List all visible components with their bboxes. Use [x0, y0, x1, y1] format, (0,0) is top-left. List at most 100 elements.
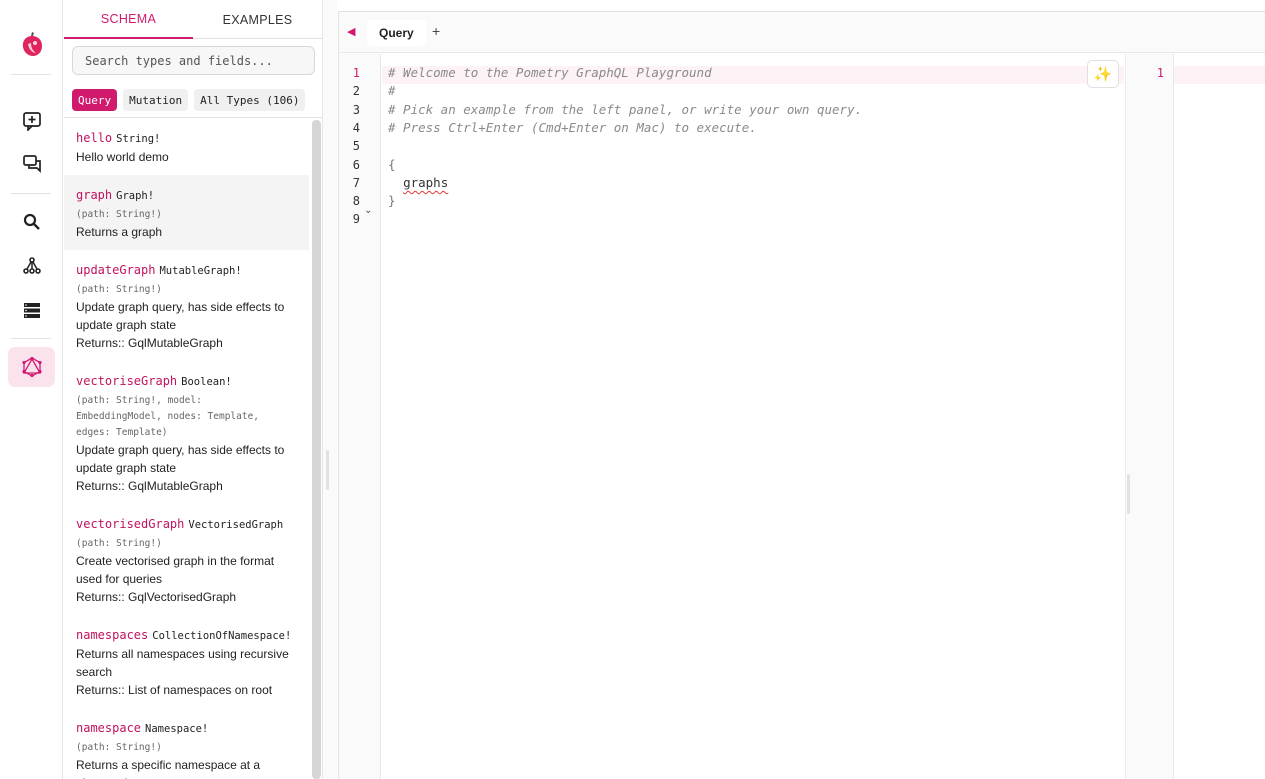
field-description: used for queries	[76, 572, 163, 586]
schema-field-item[interactable]: hello String! Hello world demo	[64, 118, 309, 175]
line-number: 8	[352, 194, 360, 209]
schema-tabs: SCHEMA EXAMPLES	[64, 0, 323, 39]
code-line: {	[388, 156, 396, 172]
field-arguments: (path: String!, model: EmbeddingModel, n…	[76, 395, 260, 438]
field-type[interactable]: Graph!	[116, 190, 154, 202]
field-description: search	[76, 665, 113, 679]
chat-icon[interactable]	[18, 150, 46, 178]
line-number-gutter: ⌄ 1 2 3 4 5 6 7 8 9	[339, 54, 381, 779]
search-icon[interactable]	[18, 208, 46, 236]
editor-tabs: ◀ Query +	[339, 12, 1265, 53]
rail-divider	[11, 338, 51, 339]
collapse-sidebar-icon[interactable]: ◀	[347, 25, 355, 38]
line-number: 9	[352, 212, 360, 227]
filter-query[interactable]: Query	[72, 89, 118, 111]
field-type[interactable]: Namespace!	[145, 723, 208, 735]
field-name[interactable]: namespaces	[76, 628, 148, 642]
tab-query[interactable]: Query	[367, 20, 426, 46]
field-description: Update graph query, has side effects to	[76, 443, 285, 457]
error-squiggle: graphs	[403, 174, 449, 190]
add-tab-button[interactable]: +	[432, 23, 440, 39]
query-editor-area: ◀ Query + ⌄ 1 2 3 4 5 6 7 8 9 # Welcome to the P…	[338, 11, 1265, 779]
field-description: Returns:: List of namespaces on root	[76, 683, 273, 697]
resize-grip[interactable]	[326, 450, 329, 490]
graphql-playground: SCHEMA EXAMPLES Query Mutation All Types…	[0, 0, 1265, 779]
line-number: 1	[352, 66, 360, 80]
code-line: #	[388, 83, 396, 99]
field-header: updateGraph MutableGraph!	[76, 261, 297, 280]
field-name[interactable]: vectoriseGraph	[76, 374, 177, 388]
filter-mutation[interactable]: Mutation	[123, 89, 189, 111]
field-type[interactable]: VectorisedGraph	[188, 519, 283, 531]
schema-field-item[interactable]: vectoriseGraph Boolean! (path: String!, mo…	[64, 361, 309, 504]
pometry-logo-icon[interactable]	[20, 32, 44, 58]
field-name[interactable]: namespace	[76, 721, 141, 735]
field-name[interactable]: hello	[76, 131, 112, 145]
field-arguments: (path: String!)	[76, 742, 162, 753]
field-description: Returns a specific namespace at a	[76, 758, 261, 772]
schema-field-item[interactable]: updateGraph MutableGraph! (path: String!) U…	[64, 250, 309, 361]
schema-panel: SCHEMA EXAMPLES Query Mutation All Types…	[64, 0, 323, 779]
field-description: Hello world demo	[76, 150, 169, 164]
icon-rail	[0, 0, 63, 779]
line-number: 7	[352, 175, 360, 190]
schema-field-item[interactable]: namespace Namespace! (path: String!) Return…	[64, 708, 309, 779]
code-line: # Pick an example from the left panel, o…	[388, 101, 863, 117]
filter-chips: Query Mutation All Types (106)	[72, 89, 306, 111]
code-line: # Press Ctrl+Enter (Cmd+Enter on Mac) to…	[388, 119, 757, 135]
resize-grip[interactable]	[1127, 474, 1130, 514]
schema-field-item[interactable]: namespaces CollectionOfNamespace! Returns …	[64, 615, 309, 708]
code-line: # Welcome to the Pometry GraphQL Playgro…	[388, 65, 712, 80]
field-description: Returns all namespaces using recursive	[76, 647, 289, 661]
field-arguments: (path: String!)	[76, 209, 162, 220]
line-number: 6	[352, 157, 360, 172]
field-description: Returns:: GqlVectorisedGraph	[76, 590, 237, 604]
panel-resize-handle[interactable]	[323, 0, 337, 779]
field-type[interactable]: String!	[116, 133, 160, 145]
field-description: Update graph query, has side effects to	[76, 300, 285, 314]
query-code-editor[interactable]: # Welcome to the Pometry GraphQL Playgro…	[382, 54, 1124, 779]
storage-icon[interactable]	[18, 296, 46, 324]
field-description: update graph state	[76, 461, 177, 475]
new-query-icon[interactable]	[18, 107, 46, 135]
field-name[interactable]: updateGraph	[76, 263, 155, 277]
field-name[interactable]: graph	[76, 188, 112, 202]
filter-all-types[interactable]: All Types (106)	[194, 89, 306, 111]
field-header: vectorisedGraph VectorisedGraph	[76, 515, 297, 534]
field-arguments: (path: String!)	[76, 284, 162, 295]
line-number: 2	[352, 84, 360, 99]
graphql-playground-icon[interactable]	[8, 347, 55, 387]
line-number: 5	[352, 139, 360, 154]
field-header: graph Graph!	[76, 186, 297, 205]
field-header: namespace Namespace!	[76, 719, 297, 738]
search-input[interactable]	[85, 53, 302, 68]
fold-chevron-icon[interactable]: ⌄	[364, 205, 372, 216]
field-header: namespaces CollectionOfNamespace!	[76, 626, 297, 645]
code-line: }	[388, 193, 396, 209]
search-box[interactable]	[72, 46, 315, 75]
result-line-number: 1	[1156, 66, 1164, 80]
result-line-gutter: 1	[1131, 54, 1174, 779]
field-name[interactable]: vectorisedGraph	[76, 517, 184, 531]
field-description: Returns:: GqlMutableGraph	[76, 479, 223, 493]
schema-list-scrollbar[interactable]	[312, 120, 321, 779]
field-type[interactable]: Boolean!	[181, 376, 232, 388]
schema-field-list: hello String! Hello world demo graph Graph! (…	[64, 118, 309, 779]
field-arguments: (path: String!)	[76, 538, 162, 549]
schema-field-item[interactable]: graph Graph! (path: String!) Returns a grap…	[64, 175, 309, 250]
tab-examples[interactable]: EXAMPLES	[193, 0, 322, 39]
field-description: Returns:: GqlMutableGraph	[76, 336, 223, 350]
code-line: graphs	[388, 174, 448, 192]
field-type[interactable]: CollectionOfNamespace!	[152, 630, 291, 642]
line-number: 3	[352, 102, 360, 117]
field-description: Returns a graph	[76, 225, 163, 239]
field-header: hello String!	[76, 129, 297, 148]
rail-divider	[11, 193, 51, 194]
prettify-sparkle-button[interactable]: ✨	[1087, 60, 1119, 88]
field-description: Create vectorised graph in the format	[76, 554, 275, 568]
graph-network-icon[interactable]	[18, 252, 46, 280]
tab-schema[interactable]: SCHEMA	[64, 0, 193, 39]
field-description: update graph state	[76, 318, 177, 332]
schema-field-item[interactable]: vectorisedGraph VectorisedGraph (path: Str…	[64, 504, 309, 615]
field-type[interactable]: MutableGraph!	[159, 265, 241, 277]
